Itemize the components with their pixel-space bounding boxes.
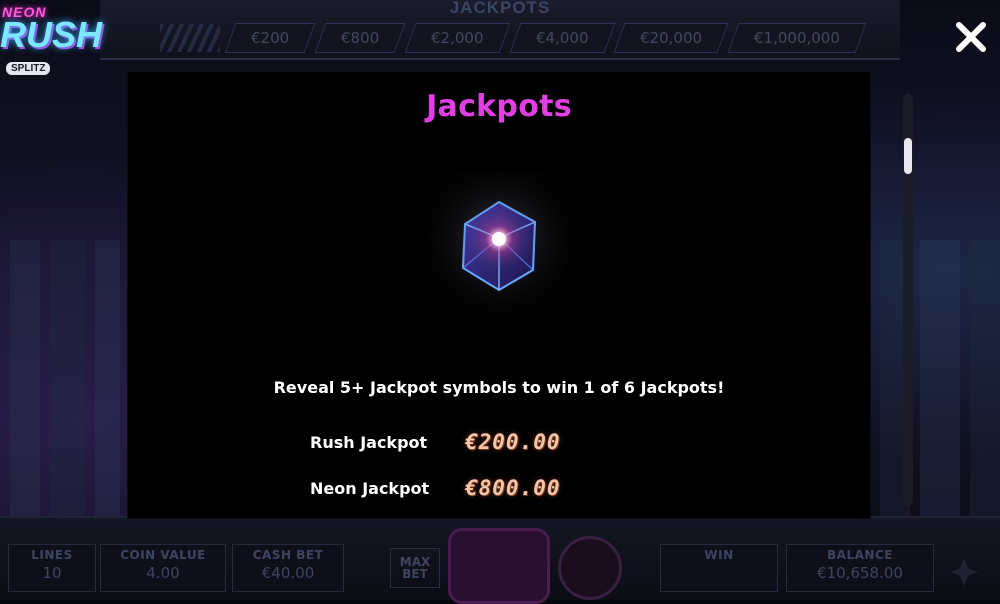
close-icon <box>956 22 986 52</box>
topbar-stripes <box>160 24 220 52</box>
dialog-scrollbar[interactable] <box>903 94 913 506</box>
jackpot-chip-1: €200 <box>224 23 316 53</box>
game-logo: NEON RUSH SPLITZ <box>0 0 102 80</box>
cash-bet-display: CASH BET €40.00 <box>232 544 344 592</box>
jackpot-chip-4: €4,000 <box>509 23 615 53</box>
close-button[interactable] <box>948 14 994 60</box>
jackpot-chip-3: €2,000 <box>404 23 511 53</box>
city-skyline-left <box>0 240 120 540</box>
jackpot-topbar: JACKPOTS €200 €800 €2,000 €4,000 €20,000… <box>100 0 900 60</box>
coin-value-selector[interactable]: COIN VALUE 4.00 <box>100 544 226 592</box>
dialog-title: Jackpots <box>426 89 572 124</box>
win-display: WIN <box>660 544 778 592</box>
city-skyline-right <box>880 240 1000 540</box>
topbar-title: JACKPOTS <box>449 0 551 17</box>
jackpot-description: Reveal 5+ Jackpot symbols to win 1 of 6 … <box>273 378 725 397</box>
jackpot-row: Neon Jackpot €800.00 <box>310 473 561 503</box>
jackpot-chip-5: €20,000 <box>613 23 729 53</box>
lines-display: LINES 10 <box>8 544 96 592</box>
spin-button[interactable] <box>448 528 550 604</box>
jackpot-row: Rush Jackpot €200.00 <box>310 427 561 457</box>
max-bet-button[interactable]: MAX BET <box>390 548 440 588</box>
settings-icon[interactable] <box>946 554 982 590</box>
jackpots-info-dialog: Jackpots Reveal 5+ Jackpot symbols to wi… <box>128 72 870 518</box>
jackpot-amount: €800.00 <box>465 476 561 500</box>
logo-splitz-badge: SPLITZ <box>6 62 51 75</box>
jackpot-gem-icon <box>399 144 599 362</box>
jackpot-name: Neon Jackpot <box>310 478 430 498</box>
jackpot-chip-6: €1,000,000 <box>727 23 867 53</box>
game-control-bar: LINES 10 COIN VALUE 4.00 CASH BET €40.00… <box>0 516 1000 604</box>
jackpot-chip-2: €800 <box>314 23 406 53</box>
autoplay-button[interactable] <box>558 536 622 600</box>
balance-display: BALANCE €10,658.00 <box>786 544 934 592</box>
jackpot-name: Rush Jackpot <box>310 432 428 452</box>
scrollbar-thumb[interactable] <box>904 138 912 174</box>
jackpot-amount: €200.00 <box>465 430 561 454</box>
logo-rush-text: RUSH <box>0 14 103 55</box>
